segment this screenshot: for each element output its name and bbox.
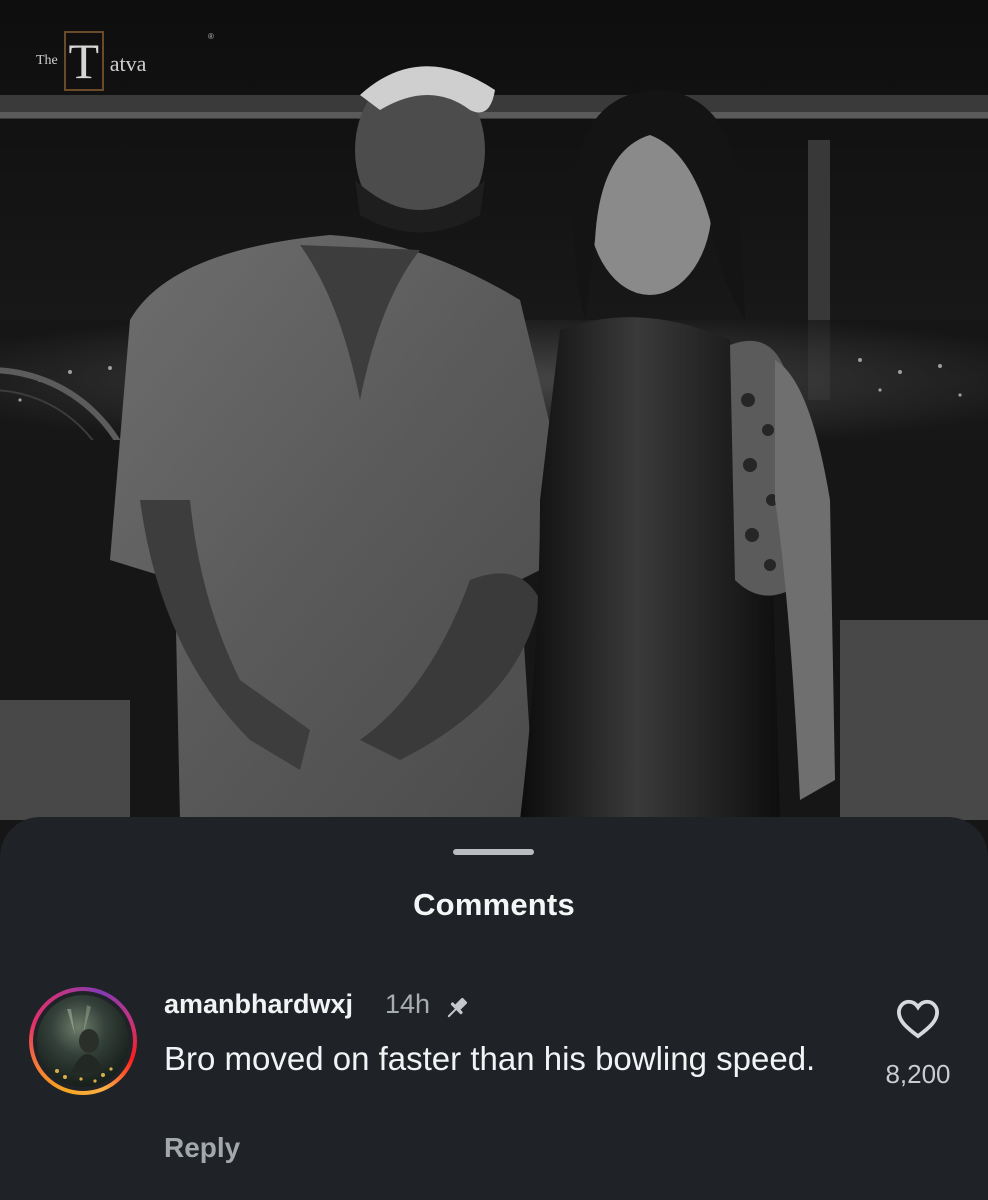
sheet-drag-handle[interactable] [453,849,534,855]
avatar-image [55,1005,113,1083]
reply-button[interactable]: Reply [164,1132,240,1164]
avatar [37,995,129,1087]
comments-sheet: Comments amanbhardwxj 14h Bro moved on f… [0,817,988,1200]
photo-illustration [0,0,988,860]
watermark-box: T [63,31,104,91]
comment-item: amanbhardwxj 14h Bro moved on faster tha… [0,987,988,1187]
watermark-rest: atva [109,51,147,76]
heart-icon[interactable] [895,997,941,1039]
watermark-prefix: The [36,53,58,68]
watermark-initial: T [68,33,100,89]
like-count: 8,200 [885,1059,951,1089]
comment-username[interactable]: amanbhardwxj [164,989,353,1020]
sheet-title: Comments [413,887,575,922]
comment-text: Bro moved on faster than his bowling spe… [164,1040,816,1077]
pin-icon [447,997,468,1018]
watermark-registered: ® [208,32,214,41]
avatar-gap [33,991,133,1091]
post-photo: The T atva ® [0,0,988,860]
comment-time: 14h [385,989,431,1019]
brand-watermark: The T atva ® [36,30,214,92]
avatar-story-ring[interactable] [29,987,137,1095]
